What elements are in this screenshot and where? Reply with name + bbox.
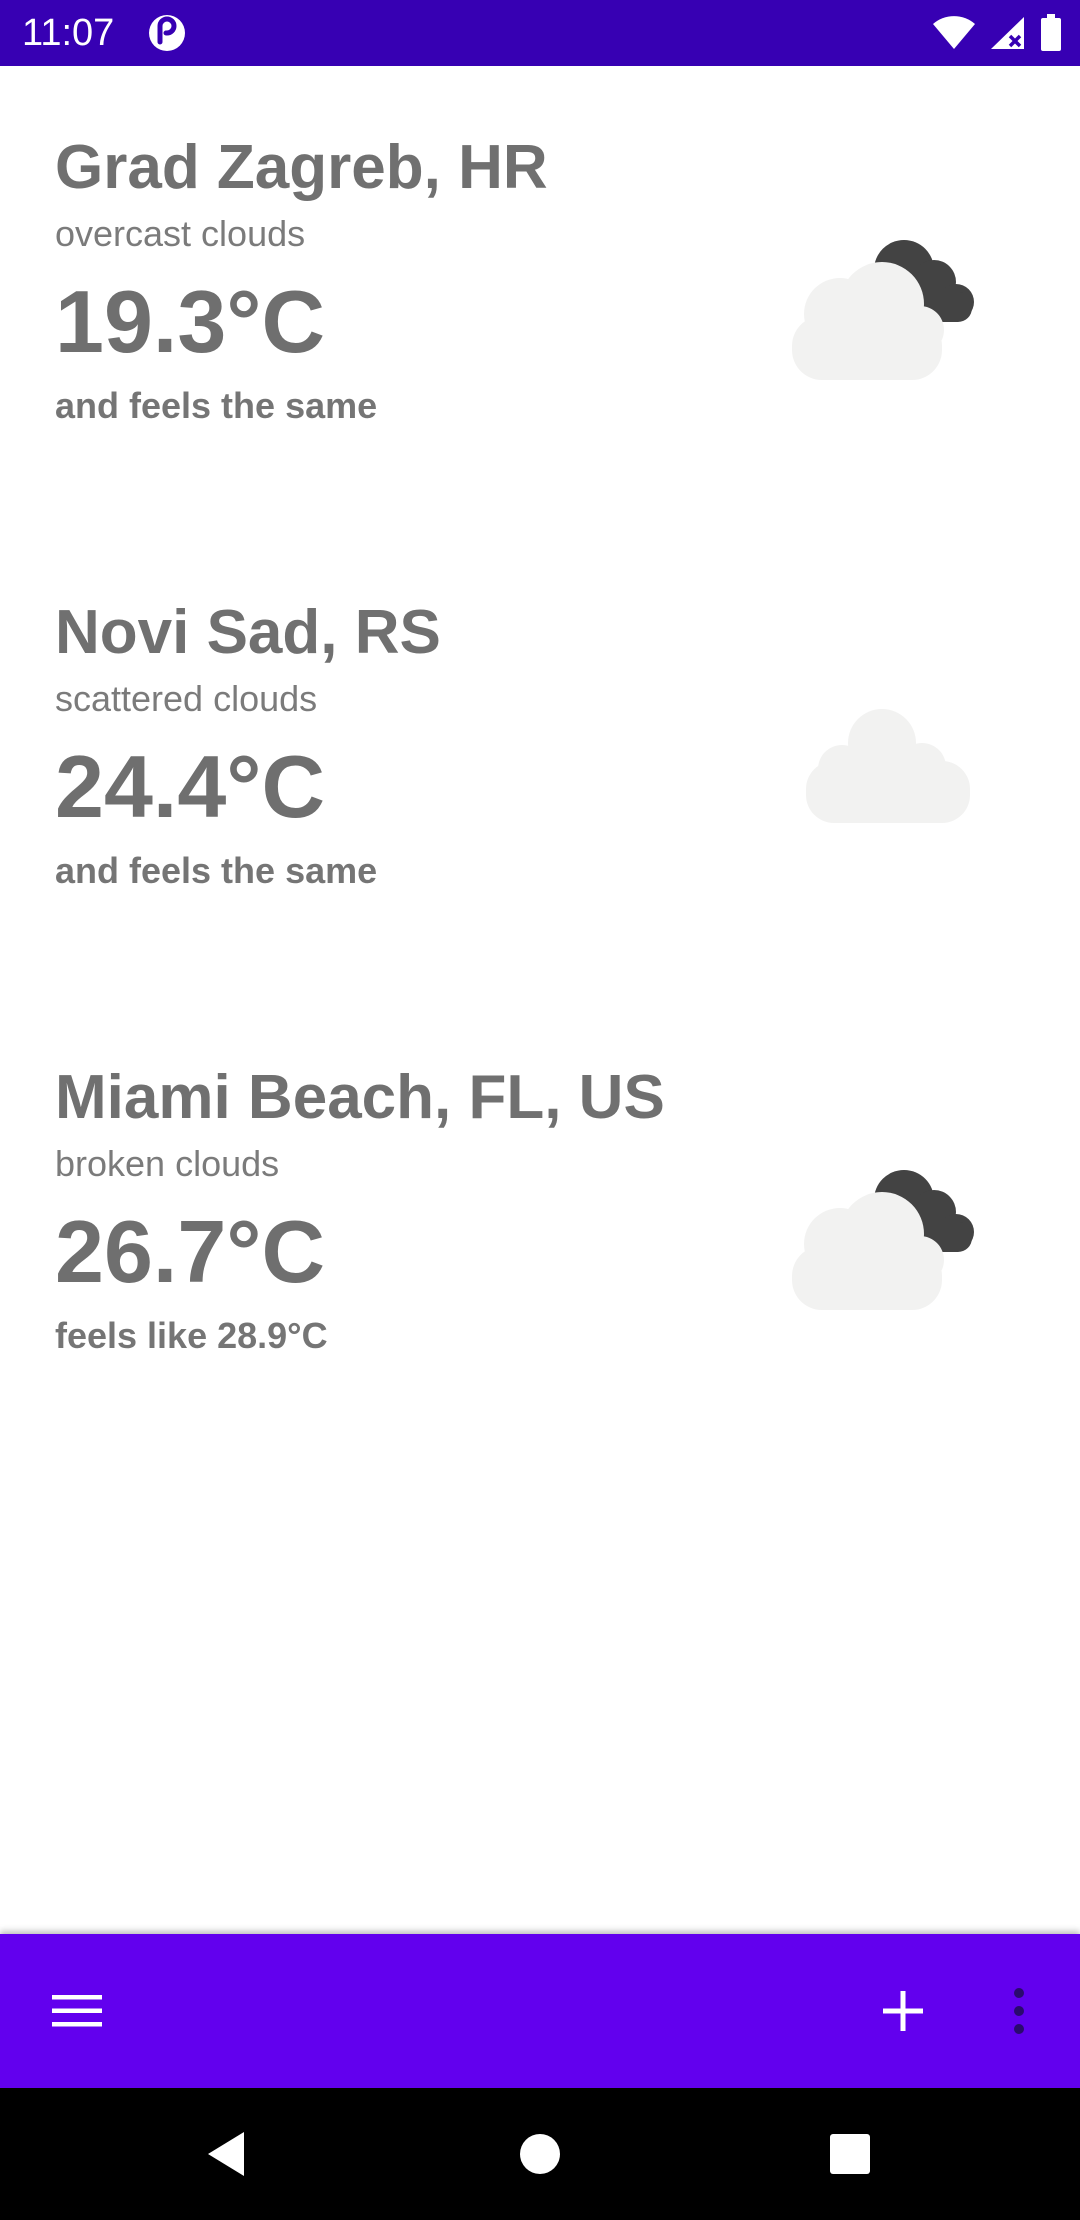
home-icon[interactable] [500,2114,580,2194]
weather-card-miami-beach[interactable]: Miami Beach, FL, US broken clouds 26.7°C… [0,996,1080,1461]
wifi-icon [932,16,976,50]
cloud-with-dark-cloud-icon [782,206,998,426]
feels-like: and feels the same [55,385,378,426]
temperature: 24.4°C [55,737,326,836]
weather-description: overcast clouds [55,213,306,254]
temperature: 19.3°C [55,272,326,371]
status-icons [932,12,1062,54]
more-vertical-icon[interactable] [974,1966,1064,2056]
back-icon[interactable] [186,2114,266,2194]
city-name: Novi Sad, RS [55,598,441,667]
cloud-with-dark-cloud-icon [782,1136,998,1356]
status-bar: 11:07 [0,0,1080,66]
weather-description: scattered clouds [55,678,318,719]
status-time: 11:07 [22,12,115,54]
app-screen: 11:07 Grad Zagreb, HR overcast clouds 19… [0,0,1080,2220]
battery-icon [1040,14,1062,52]
cloud-icon [782,671,998,891]
weather-description: broken clouds [55,1143,280,1184]
add-icon[interactable] [858,1966,948,2056]
city-name: Miami Beach, FL, US [55,1063,665,1132]
recents-icon[interactable] [810,2114,890,2194]
cellular-signal-icon [990,16,1026,50]
feels-like: feels like 28.9°C [55,1315,328,1356]
weather-card-novi-sad[interactable]: Novi Sad, RS scattered clouds 24.4°C and… [0,531,1080,996]
system-navigation-bar [0,2088,1080,2220]
weather-list: Grad Zagreb, HR overcast clouds 19.3°C a… [0,66,1080,1934]
temperature: 26.7°C [55,1202,326,1301]
city-name: Grad Zagreb, HR [55,133,548,202]
hamburger-menu-icon[interactable] [32,1966,122,2056]
app-notification-icon [148,14,186,52]
weather-card-zagreb[interactable]: Grad Zagreb, HR overcast clouds 19.3°C a… [0,66,1080,531]
feels-like: and feels the same [55,850,378,891]
bottom-app-bar [0,1934,1080,2088]
